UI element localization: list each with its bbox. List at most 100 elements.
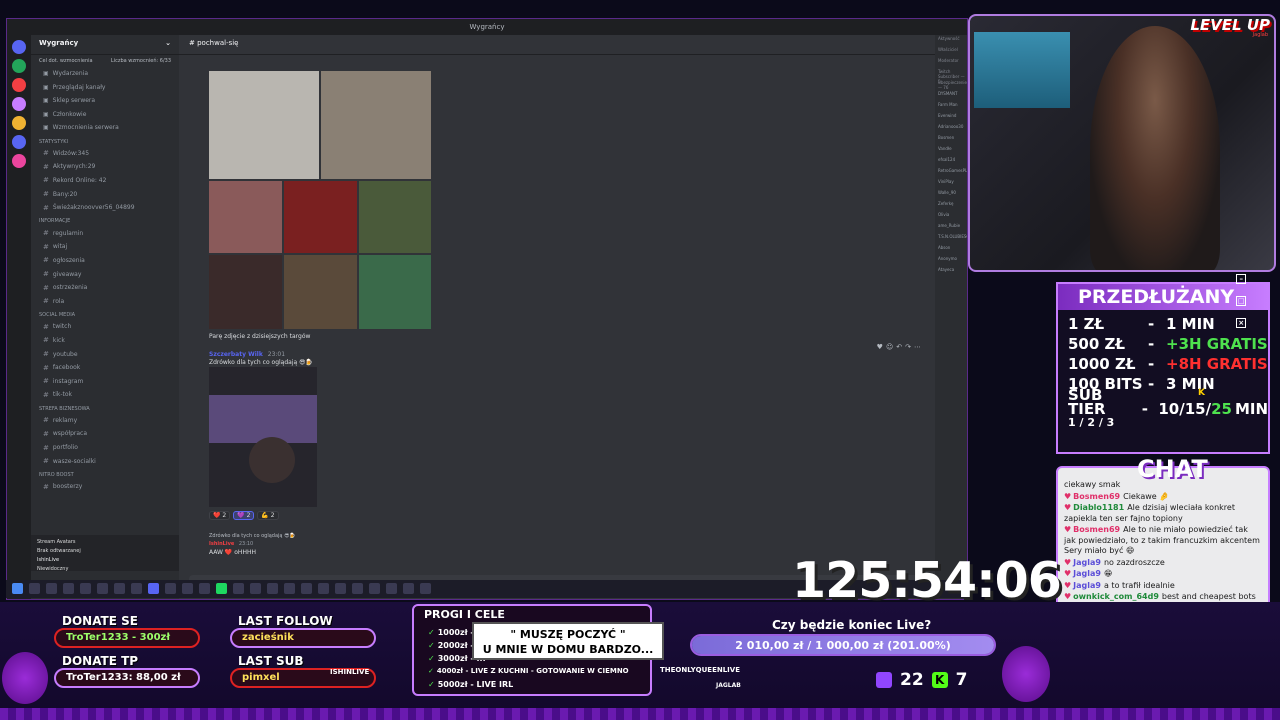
- server-icon[interactable]: [12, 40, 26, 54]
- reply-reference[interactable]: Zdrówko dla tych co oglądają 😎🍺: [209, 533, 296, 539]
- channel-item[interactable]: # Świeżakznoovver56_04899: [31, 201, 179, 215]
- chat-nick[interactable]: Jagla9: [1073, 569, 1101, 578]
- channel-category[interactable]: STATYSTYKI: [31, 135, 179, 147]
- app-icon[interactable]: [165, 583, 176, 594]
- app-icon[interactable]: [46, 583, 57, 594]
- member-item[interactable]: Walle_90: [935, 189, 967, 200]
- sidebar-nav-item[interactable]: ▣ Wydarzenia: [31, 67, 179, 81]
- app-icon[interactable]: [403, 583, 414, 594]
- member-item[interactable]: Bosmen: [935, 134, 967, 145]
- reply-icon[interactable]: ↶: [896, 343, 902, 351]
- app-icon[interactable]: [199, 583, 210, 594]
- channel-item[interactable]: # regulamin: [31, 226, 179, 240]
- member-item[interactable]: T.S.N.OLUBIESCANE: [935, 233, 967, 244]
- app-icon[interactable]: [318, 583, 329, 594]
- server-icon[interactable]: [12, 59, 26, 73]
- gallery-photo[interactable]: [359, 255, 431, 329]
- sidebar-nav-item[interactable]: ▣ Członkowie: [31, 108, 179, 122]
- message-author[interactable]: Szczerbaty Wilk: [209, 351, 263, 358]
- member-item[interactable]: Vandłe: [935, 145, 967, 156]
- emoji-icon[interactable]: ☺: [886, 343, 893, 351]
- reaction[interactable]: 💪 2: [257, 511, 279, 520]
- app-icon[interactable]: [352, 583, 363, 594]
- channel-item[interactable]: # twitch: [31, 320, 179, 334]
- channel-item[interactable]: # witaj: [31, 240, 179, 254]
- server-header[interactable]: Wygrańcy ⌄: [31, 35, 179, 55]
- channel-category[interactable]: SOCIAL MEDIA: [31, 308, 179, 320]
- gallery-photo[interactable]: [209, 181, 282, 253]
- video-attachment[interactable]: [209, 367, 317, 507]
- chat-nick[interactable]: Bosmen69: [1073, 492, 1120, 501]
- channel-item[interactable]: # instagram: [31, 374, 179, 388]
- app-icon[interactable]: [29, 583, 40, 594]
- channel-item[interactable]: # rola: [31, 294, 179, 308]
- member-item[interactable]: efsal124: [935, 156, 967, 167]
- sidebar-nav-item[interactable]: ▣ Sklep serwera: [31, 94, 179, 108]
- gallery-photo[interactable]: [209, 255, 282, 329]
- photo-gallery[interactable]: [209, 71, 431, 329]
- channel-item[interactable]: # portfolio: [31, 441, 179, 455]
- message-author[interactable]: IshinLive: [209, 541, 234, 547]
- member-item[interactable]: Atayeca: [935, 266, 967, 277]
- member-item[interactable]: Adrianooo30: [935, 123, 967, 134]
- member-item[interactable]: Olivia: [935, 211, 967, 222]
- channel-item[interactable]: # tik-tok: [31, 388, 179, 402]
- channel-item[interactable]: # reklamy: [31, 414, 179, 428]
- gallery-photo[interactable]: [284, 255, 357, 329]
- user-name[interactable]: IshinLive: [37, 557, 173, 566]
- app-icon[interactable]: [182, 583, 193, 594]
- app-icon[interactable]: [369, 583, 380, 594]
- member-item[interactable]: DYSMANT: [935, 90, 967, 101]
- chat-nick[interactable]: ownkick_com_64d9: [1073, 592, 1159, 601]
- app-icon[interactable]: [284, 583, 295, 594]
- spotify-icon[interactable]: [216, 583, 227, 594]
- channel-item[interactable]: # współpraca: [31, 427, 179, 441]
- stream-avatars-label[interactable]: Stream Avatars: [37, 539, 173, 548]
- server-icon[interactable]: [12, 135, 26, 149]
- channel-item[interactable]: # ostrzeżenia: [31, 281, 179, 295]
- member-item[interactable]: Everwind: [935, 112, 967, 123]
- discord-icon[interactable]: [148, 583, 159, 594]
- reaction[interactable]: 💜 2: [233, 511, 255, 520]
- member-item[interactable]: ame_Rubie: [935, 222, 967, 233]
- chat-nick[interactable]: Jagla9: [1073, 581, 1101, 590]
- forward-icon[interactable]: ↷: [905, 343, 911, 351]
- server-icon[interactable]: [12, 154, 26, 168]
- server-icon[interactable]: [12, 78, 26, 92]
- channel-item[interactable]: # giveaway: [31, 267, 179, 281]
- member-item[interactable]: RetroGamesPL: [935, 167, 967, 178]
- member-item[interactable]: Abson: [935, 244, 967, 255]
- channel-item[interactable]: # boosterzy: [31, 480, 179, 494]
- channel-item[interactable]: # facebook: [31, 361, 179, 375]
- channel-category[interactable]: STREFA BIZNESOWA: [31, 402, 179, 414]
- app-icon[interactable]: [233, 583, 244, 594]
- app-icon[interactable]: [386, 583, 397, 594]
- sidebar-nav-item[interactable]: ▣ Wzmocnienia serwera: [31, 121, 179, 135]
- channel-item[interactable]: # Aktywnych:29: [31, 160, 179, 174]
- app-icon[interactable]: [335, 583, 346, 594]
- channel-item[interactable]: # ogłoszenia: [31, 254, 179, 268]
- chat-nick[interactable]: Diablo1181: [1073, 503, 1124, 512]
- channel-item[interactable]: # Rekord Online: 42: [31, 174, 179, 188]
- member-item[interactable]: Zeferkę: [935, 200, 967, 211]
- app-icon[interactable]: [114, 583, 125, 594]
- channel-item[interactable]: # kick: [31, 334, 179, 348]
- gallery-photo[interactable]: [209, 71, 319, 179]
- channel-category[interactable]: INFORMACJE: [31, 214, 179, 226]
- gallery-photo[interactable]: [321, 71, 431, 179]
- boost-progress[interactable]: Cel dot. wzmocnienia Liczba wzmocnień: 6…: [31, 55, 179, 67]
- chat-nick[interactable]: Jagla9: [1073, 558, 1101, 567]
- app-icon[interactable]: [97, 583, 108, 594]
- gallery-photo[interactable]: [359, 181, 431, 253]
- gallery-photo[interactable]: [284, 181, 357, 253]
- member-item[interactable]: Anonymo: [935, 255, 967, 266]
- app-icon[interactable]: [131, 583, 142, 594]
- app-icon[interactable]: [267, 583, 278, 594]
- channel-item[interactable]: # Bany:20: [31, 187, 179, 201]
- chat-nick[interactable]: Bosmen69: [1073, 525, 1120, 534]
- sidebar-nav-item[interactable]: ▣ Przeglądaj kanały: [31, 81, 179, 95]
- app-icon[interactable]: [420, 583, 431, 594]
- member-item[interactable]: ViniPlay: [935, 178, 967, 189]
- channel-item[interactable]: # youtube: [31, 347, 179, 361]
- server-icon[interactable]: [12, 116, 26, 130]
